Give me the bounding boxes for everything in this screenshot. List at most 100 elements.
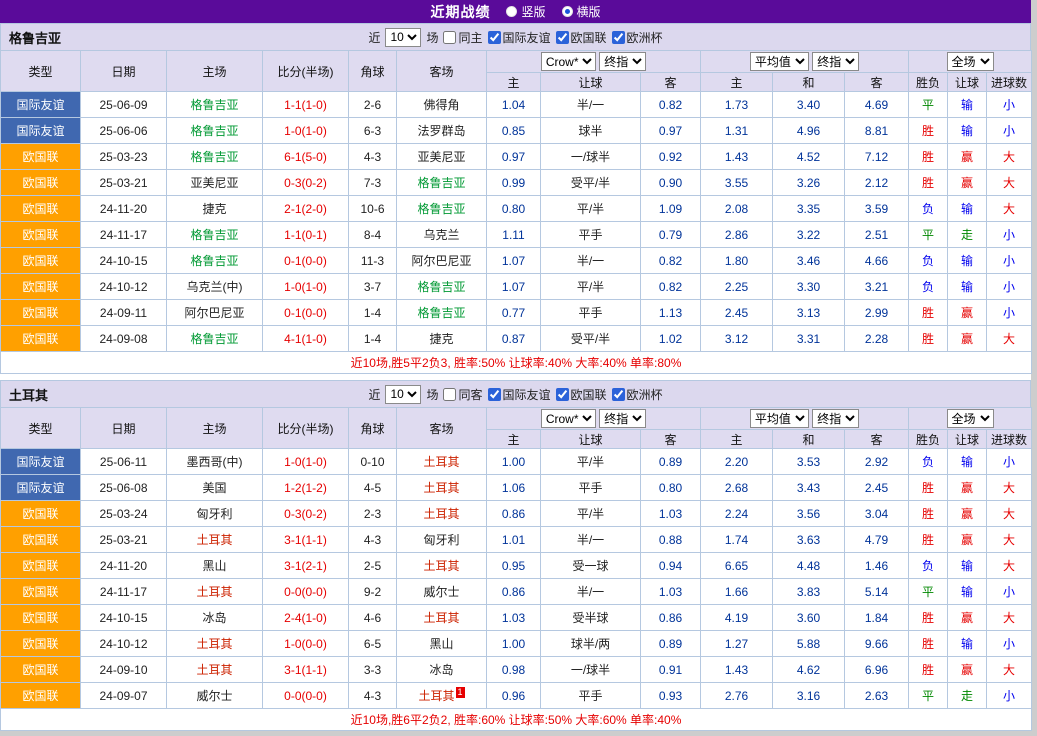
nations-league-filter[interactable]: 欧国联 xyxy=(556,386,607,403)
corner-cell: 10-6 xyxy=(349,196,397,222)
handicap-home-odds-cell: 1.11 xyxy=(487,222,541,248)
corner-cell: 2-3 xyxy=(349,501,397,527)
scope-select[interactable]: 全场 xyxy=(947,52,994,71)
friendly-label: 国际友谊 xyxy=(503,386,551,403)
handicap-home-odds-cell: 1.00 xyxy=(487,631,541,657)
handicap-away-odds-cell: 0.86 xyxy=(641,605,701,631)
col-home: 主场 xyxy=(167,408,263,449)
same-side-filter[interactable]: 同主 xyxy=(443,29,482,46)
handicap-home-odds-cell: 1.06 xyxy=(487,475,541,501)
radio-vertical-icon[interactable] xyxy=(506,6,517,17)
match-row: 欧国联24-11-20捷克2-1(2-0)10-6格鲁吉亚0.80平/半1.09… xyxy=(1,196,1032,222)
handicap-line-cell: 受一球 xyxy=(541,553,641,579)
games-label: 场 xyxy=(426,29,438,46)
goals-result-cell: 小 xyxy=(987,248,1032,274)
match-count-select[interactable]: 10 xyxy=(385,28,421,47)
euro-checkbox[interactable] xyxy=(612,388,625,401)
avg-time-select[interactable]: 终指 xyxy=(812,52,859,71)
red-card-badge: 1 xyxy=(456,687,465,698)
result-cell: 负 xyxy=(909,553,948,579)
col-away-odds: 客 xyxy=(641,73,701,92)
date-cell: 24-09-08 xyxy=(81,326,167,352)
nations-league-label: 欧国联 xyxy=(571,386,607,403)
match-count-select[interactable]: 10 xyxy=(385,385,421,404)
scope-select[interactable]: 全场 xyxy=(947,409,994,428)
panel-title: 近期战绩 xyxy=(430,2,490,22)
layout-option-vertical[interactable]: 竖版 xyxy=(506,3,545,20)
avg-draw-odds-cell: 4.52 xyxy=(773,144,845,170)
home-team-cell: 冰岛 xyxy=(167,605,263,631)
goals-result-cell: 大 xyxy=(987,553,1032,579)
handicap-away-odds-cell: 0.82 xyxy=(641,248,701,274)
goals-result-cell: 大 xyxy=(987,657,1032,683)
radio-horizontal-icon[interactable] xyxy=(562,6,573,17)
match-row: 欧国联25-03-23格鲁吉亚6-1(5-0)4-3亚美尼亚0.97一/球半0.… xyxy=(1,144,1032,170)
home-team-cell: 黑山 xyxy=(167,553,263,579)
handicap-away-odds-cell: 0.89 xyxy=(641,449,701,475)
competition-cell: 欧国联 xyxy=(1,501,81,527)
friendly-filter[interactable]: 国际友谊 xyxy=(488,29,551,46)
goals-result-cell: 小 xyxy=(987,92,1032,118)
competition-cell: 欧国联 xyxy=(1,631,81,657)
bookmaker-select[interactable]: Crow* xyxy=(541,409,596,428)
same-side-filter[interactable]: 同客 xyxy=(443,386,482,403)
avg-home-odds-cell: 2.86 xyxy=(701,222,773,248)
avg-draw-odds-cell: 3.83 xyxy=(773,579,845,605)
nations-league-filter[interactable]: 欧国联 xyxy=(556,29,607,46)
avg-away-odds-cell: 4.79 xyxy=(845,527,909,553)
average-select[interactable]: 平均值 xyxy=(750,409,809,428)
avg-home-odds-cell: 1.31 xyxy=(701,118,773,144)
corner-cell: 3-7 xyxy=(349,274,397,300)
nations-league-label: 欧国联 xyxy=(571,29,607,46)
goals-result-cell: 大 xyxy=(987,527,1032,553)
home-team-cell: 格鲁吉亚 xyxy=(167,326,263,352)
competition-cell: 欧国联 xyxy=(1,553,81,579)
col-handicap-result: 让球 xyxy=(948,73,987,92)
friendly-checkbox[interactable] xyxy=(488,388,501,401)
nations-league-checkbox[interactable] xyxy=(556,388,569,401)
handicap-home-odds-cell: 1.07 xyxy=(487,248,541,274)
date-cell: 25-03-24 xyxy=(81,501,167,527)
result-cell: 平 xyxy=(909,683,948,709)
euro-filter[interactable]: 欧洲杯 xyxy=(612,386,663,403)
euro-filter[interactable]: 欧洲杯 xyxy=(612,29,663,46)
avg-draw-odds-cell: 3.13 xyxy=(773,300,845,326)
nations-league-checkbox[interactable] xyxy=(556,31,569,44)
home-team-cell: 乌克兰(中) xyxy=(167,274,263,300)
avg-time-select[interactable]: 终指 xyxy=(812,409,859,428)
competition-cell: 欧国联 xyxy=(1,326,81,352)
layout-option-horizontal[interactable]: 横版 xyxy=(562,3,601,20)
away-team-cell: 乌克兰 xyxy=(397,222,487,248)
bookmaker-select[interactable]: Crow* xyxy=(541,52,596,71)
average-select[interactable]: 平均值 xyxy=(750,52,809,71)
friendly-checkbox[interactable] xyxy=(488,31,501,44)
friendly-filter[interactable]: 国际友谊 xyxy=(488,386,551,403)
home-team-cell: 格鲁吉亚 xyxy=(167,118,263,144)
col-date: 日期 xyxy=(81,51,167,92)
euro-checkbox[interactable] xyxy=(612,31,625,44)
odds-time-select[interactable]: 终指 xyxy=(599,409,646,428)
handicap-line-cell: 半/一 xyxy=(541,92,641,118)
home-team-cell: 美国 xyxy=(167,475,263,501)
match-row: 欧国联25-03-21亚美尼亚0-3(0-2)7-3格鲁吉亚0.99受平/半0.… xyxy=(1,170,1032,196)
competition-cell: 欧国联 xyxy=(1,248,81,274)
home-team-cell: 格鲁吉亚 xyxy=(167,222,263,248)
same-side-checkbox[interactable] xyxy=(443,31,456,44)
col-avg-draw: 和 xyxy=(773,73,845,92)
handicap-away-odds-cell: 1.13 xyxy=(641,300,701,326)
handicap-line-cell: 受平/半 xyxy=(541,170,641,196)
radio-vertical-label: 竖版 xyxy=(521,3,545,20)
goals-result-cell: 大 xyxy=(987,170,1032,196)
away-team-cell: 佛得角 xyxy=(397,92,487,118)
date-cell: 25-06-09 xyxy=(81,92,167,118)
same-side-checkbox[interactable] xyxy=(443,388,456,401)
handicap-result-cell: 输 xyxy=(948,196,987,222)
handicap-home-odds-cell: 1.03 xyxy=(487,605,541,631)
odds-time-select[interactable]: 终指 xyxy=(599,52,646,71)
score-cell: 1-0(1-0) xyxy=(263,118,349,144)
handicap-away-odds-cell: 0.90 xyxy=(641,170,701,196)
avg-away-odds-cell: 1.84 xyxy=(845,605,909,631)
handicap-line-cell: 受平/半 xyxy=(541,326,641,352)
team-section-georgia: 格鲁吉亚 近 10 场 同主 国际友谊 欧国联 xyxy=(0,23,1031,374)
score-cell: 1-0(1-0) xyxy=(263,449,349,475)
